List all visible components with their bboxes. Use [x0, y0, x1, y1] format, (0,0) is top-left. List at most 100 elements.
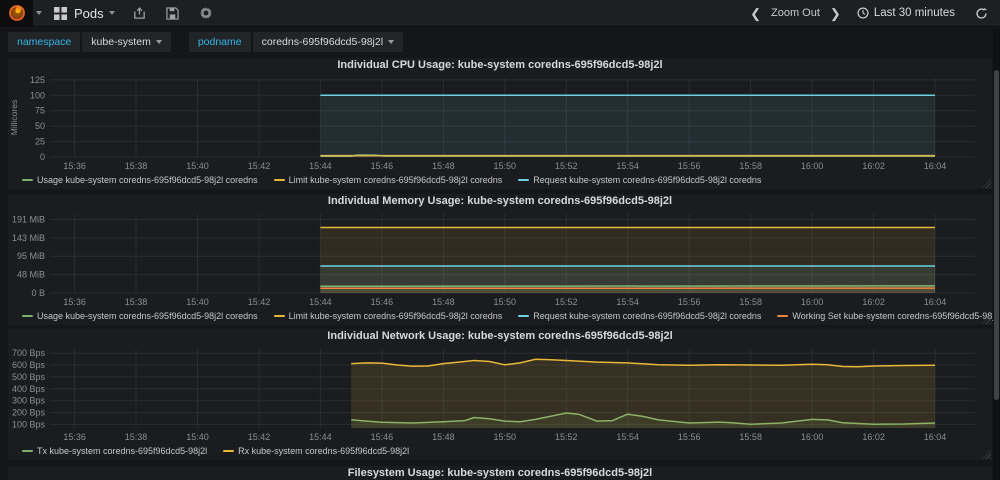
legend-item[interactable]: Usage kube-system coredns-695f96dcd5-98j… — [22, 311, 258, 321]
legend-item[interactable]: Working Set kube-system coredns-695f96dc… — [777, 311, 1000, 321]
memory-panel-title[interactable]: Individual Memory Usage: kube-system cor… — [8, 194, 992, 209]
legend-label: Rx kube-system coredns-695f96dcd5-98j2l — [238, 446, 409, 456]
save-icon — [166, 7, 179, 20]
template-variables-row: namespace kube-system podname coredns-69… — [0, 28, 1000, 55]
variable-namespace: namespace kube-system — [8, 32, 171, 52]
variable-podname-caret-icon — [388, 40, 394, 44]
legend-label: Limit kube-system coredns-695f96dcd5-98j… — [289, 311, 503, 321]
svg-text:15:52: 15:52 — [555, 161, 578, 171]
grafana-logo[interactable] — [0, 0, 33, 27]
legend-item[interactable]: Limit kube-system coredns-695f96dcd5-98j… — [274, 175, 503, 185]
cpu-usage-panel: Individual CPU Usage: kube-system coredn… — [8, 58, 992, 189]
svg-text:15:36: 15:36 — [63, 297, 86, 307]
dashboard-title: Pods — [74, 6, 104, 21]
share-button[interactable] — [133, 7, 146, 20]
svg-text:16:02: 16:02 — [862, 297, 885, 307]
svg-text:15:56: 15:56 — [678, 297, 701, 307]
svg-text:15:50: 15:50 — [494, 161, 517, 171]
svg-text:15:46: 15:46 — [371, 432, 394, 442]
svg-text:143 MiB: 143 MiB — [12, 233, 45, 243]
svg-text:16:00: 16:00 — [801, 161, 824, 171]
dashboard-caret-icon — [109, 11, 115, 15]
legend-label: Limit kube-system coredns-695f96dcd5-98j… — [289, 175, 503, 185]
variable-namespace-caret-icon — [156, 40, 162, 44]
legend-color-dash — [22, 315, 33, 317]
svg-text:15:56: 15:56 — [678, 161, 701, 171]
svg-text:15:48: 15:48 — [432, 432, 455, 442]
variable-podname: podname coredns-695f96dcd5-98j2l — [189, 32, 403, 52]
variable-namespace-value[interactable]: kube-system — [82, 32, 171, 52]
variable-namespace-value-text: kube-system — [91, 36, 151, 48]
time-range-label: Last 30 minutes — [874, 7, 955, 19]
svg-text:15:48: 15:48 — [432, 161, 455, 171]
grafana-flame-icon — [7, 3, 27, 23]
refresh-button[interactable] — [975, 7, 988, 20]
legend-item[interactable]: Rx kube-system coredns-695f96dcd5-98j2l — [223, 446, 409, 456]
network-panel-title[interactable]: Individual Network Usage: kube-system co… — [8, 329, 992, 344]
svg-text:15:58: 15:58 — [739, 297, 762, 307]
legend-color-dash — [22, 450, 33, 452]
svg-text:15:36: 15:36 — [63, 432, 86, 442]
svg-text:15:40: 15:40 — [186, 432, 209, 442]
filesystem-usage-panel: Filesystem Usage: kube-system coredns-69… — [8, 466, 992, 480]
svg-text:15:42: 15:42 — [248, 161, 271, 171]
svg-text:15:42: 15:42 — [248, 297, 271, 307]
legend-item[interactable]: Usage kube-system coredns-695f96dcd5-98j… — [22, 175, 258, 185]
svg-text:15:52: 15:52 — [555, 432, 578, 442]
variable-podname-value[interactable]: coredns-695f96dcd5-98j2l — [253, 32, 403, 52]
svg-text:15:38: 15:38 — [125, 161, 148, 171]
legend-color-dash — [274, 315, 285, 317]
time-shift-right-button[interactable]: ❯ — [830, 7, 841, 20]
svg-text:600 Bps: 600 Bps — [12, 360, 46, 370]
svg-text:16:04: 16:04 — [924, 432, 947, 442]
svg-text:15:56: 15:56 — [678, 432, 701, 442]
svg-text:15:52: 15:52 — [555, 297, 578, 307]
memory-usage-panel: Individual Memory Usage: kube-system cor… — [8, 194, 992, 325]
brand-caret-icon[interactable] — [36, 11, 42, 15]
svg-text:16:00: 16:00 — [801, 297, 824, 307]
svg-text:75: 75 — [35, 106, 45, 116]
cpu-usage-chart[interactable]: 15:3615:3815:4015:4215:4415:4615:4815:50… — [8, 73, 992, 173]
share-icon — [133, 7, 146, 20]
cpu-panel-legend: Usage kube-system coredns-695f96dcd5-98j… — [22, 173, 992, 187]
zoom-out-button[interactable]: Zoom Out — [771, 7, 820, 19]
legend-item[interactable]: Limit kube-system coredns-695f96dcd5-98j… — [274, 311, 503, 321]
variable-namespace-label: namespace — [8, 32, 80, 52]
dashboard-picker[interactable]: Pods — [54, 6, 115, 21]
legend-color-dash — [274, 179, 285, 181]
svg-text:15:44: 15:44 — [309, 161, 332, 171]
svg-text:25: 25 — [35, 137, 45, 147]
svg-text:200 Bps: 200 Bps — [12, 408, 46, 418]
refresh-icon — [975, 7, 988, 20]
svg-text:16:02: 16:02 — [862, 161, 885, 171]
legend-item[interactable]: Request kube-system coredns-695f96dcd5-9… — [518, 175, 761, 185]
legend-item[interactable]: Request kube-system coredns-695f96dcd5-9… — [518, 311, 761, 321]
network-usage-panel: Individual Network Usage: kube-system co… — [8, 329, 992, 460]
variable-podname-label: podname — [189, 32, 251, 52]
svg-text:0: 0 — [40, 152, 45, 162]
page-scrollbar-track — [993, 28, 1000, 480]
save-button[interactable] — [166, 7, 179, 20]
svg-text:100: 100 — [30, 90, 45, 100]
filesystem-panel-title[interactable]: Filesystem Usage: kube-system coredns-69… — [8, 466, 992, 480]
svg-text:700 Bps: 700 Bps — [12, 348, 46, 358]
legend-item[interactable]: Tx kube-system coredns-695f96dcd5-98j2l — [22, 446, 207, 456]
legend-label: Usage kube-system coredns-695f96dcd5-98j… — [37, 175, 258, 185]
dashboard-grid-icon — [54, 7, 67, 20]
cpu-panel-title[interactable]: Individual CPU Usage: kube-system coredn… — [8, 58, 992, 73]
svg-text:50: 50 — [35, 121, 45, 131]
svg-text:300 Bps: 300 Bps — [12, 396, 46, 406]
legend-color-dash — [223, 450, 234, 452]
time-shift-left-button[interactable]: ❮ — [750, 7, 761, 20]
network-usage-chart[interactable]: 15:3615:3815:4015:4215:4415:4615:4815:50… — [8, 344, 992, 444]
time-range-picker[interactable]: Last 30 minutes — [857, 7, 955, 19]
svg-text:15:36: 15:36 — [63, 161, 86, 171]
svg-text:15:58: 15:58 — [739, 432, 762, 442]
legend-color-dash — [777, 315, 788, 317]
variable-podname-value-text: coredns-695f96dcd5-98j2l — [262, 36, 383, 48]
memory-usage-chart[interactable]: 15:3615:3815:4015:4215:4415:4615:4815:50… — [8, 209, 992, 309]
legend-color-dash — [518, 315, 529, 317]
settings-button[interactable] — [199, 6, 213, 20]
page-scrollbar-thumb[interactable] — [994, 70, 999, 400]
svg-text:15:40: 15:40 — [186, 161, 209, 171]
